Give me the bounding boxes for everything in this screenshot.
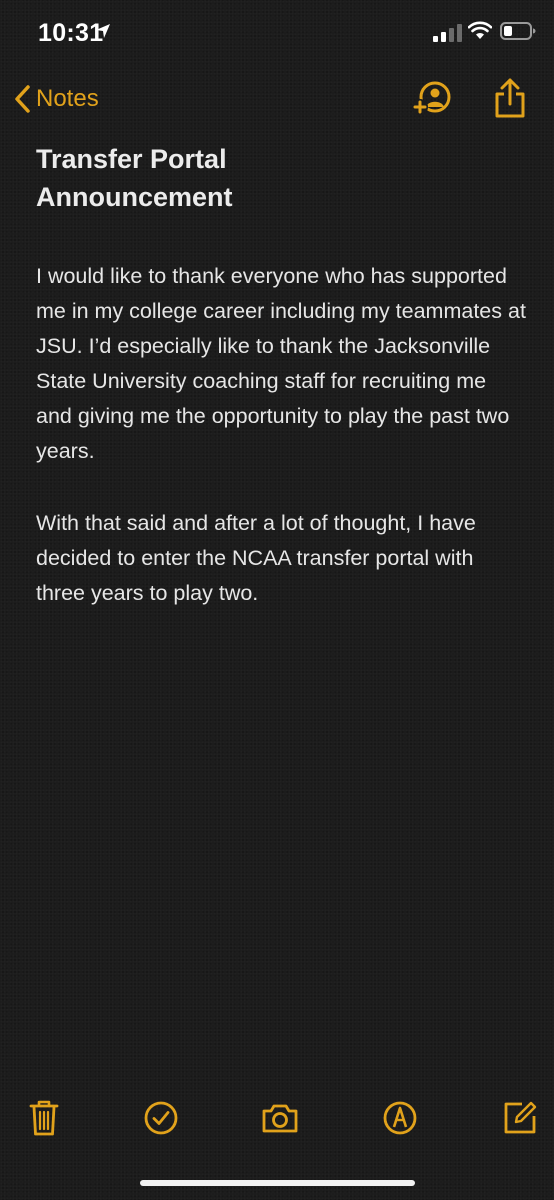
checklist-button[interactable] bbox=[141, 1098, 181, 1138]
note-title[interactable]: Transfer Portal Announcement bbox=[36, 140, 296, 216]
nav-bar: Notes bbox=[0, 70, 554, 130]
home-indicator[interactable] bbox=[140, 1180, 415, 1186]
camera-icon bbox=[262, 1104, 298, 1133]
battery-icon bbox=[500, 22, 536, 40]
compose-button[interactable] bbox=[500, 1098, 540, 1138]
add-person-icon[interactable] bbox=[409, 78, 455, 118]
chevron-left-icon bbox=[15, 85, 30, 113]
back-button[interactable]: Notes bbox=[12, 82, 99, 116]
delete-button[interactable] bbox=[24, 1098, 64, 1138]
markup-button[interactable] bbox=[380, 1098, 420, 1138]
compose-icon bbox=[504, 1101, 537, 1134]
bottom-toolbar bbox=[0, 1092, 554, 1144]
note-body[interactable]: Transfer Portal Announcement I would lik… bbox=[36, 140, 526, 611]
back-label: Notes bbox=[36, 85, 99, 112]
note-paragraph[interactable]: With that said and after a lot of though… bbox=[36, 506, 526, 611]
checklist-icon bbox=[144, 1101, 178, 1135]
markup-pen-icon bbox=[383, 1101, 417, 1135]
share-icon[interactable] bbox=[492, 76, 528, 120]
location-arrow-icon bbox=[96, 24, 110, 38]
status-bar: 10:31 bbox=[0, 0, 554, 66]
wifi-icon bbox=[468, 21, 492, 39]
trash-icon bbox=[29, 1100, 59, 1136]
camera-button[interactable] bbox=[260, 1098, 300, 1138]
note-paragraph[interactable]: I would like to thank everyone who has s… bbox=[36, 259, 526, 469]
cellular-signal-icon bbox=[433, 24, 462, 42]
